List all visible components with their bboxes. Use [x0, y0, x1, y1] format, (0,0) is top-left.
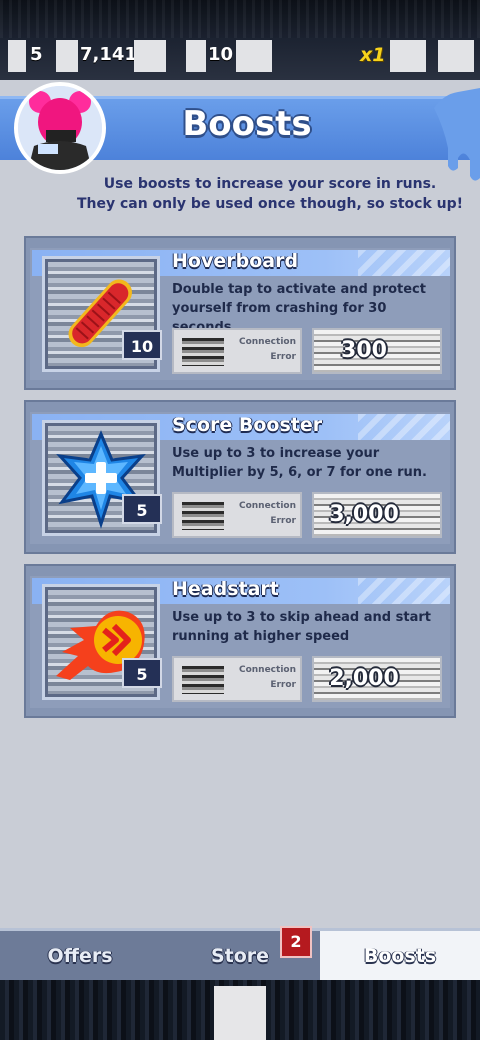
watch-ad-button[interactable]: Connection Error: [172, 328, 302, 374]
error-line-2: Error: [270, 680, 296, 690]
settings-button[interactable]: [438, 40, 474, 72]
video-icon: [182, 666, 224, 694]
boost-title: Hoverboard: [172, 250, 299, 272]
buy-button[interactable]: 3,000: [312, 492, 442, 538]
coin-icon: [56, 40, 78, 72]
subtitle-line-1: Use boosts to increase your score in run…: [103, 176, 437, 192]
price-label: 3,000: [329, 502, 399, 527]
error-line-2: Error: [270, 516, 296, 526]
tokens-count: 10: [208, 44, 234, 65]
multiplier-info-button[interactable]: [390, 40, 426, 72]
price-label: 2,000: [329, 666, 399, 691]
add-tokens-button[interactable]: [236, 40, 272, 72]
owned-count-badge: 5: [122, 494, 162, 524]
error-line-1: Connection: [238, 665, 296, 675]
video-icon: [182, 502, 224, 530]
token-icon: [186, 40, 206, 72]
tab-offers[interactable]: Offers: [0, 931, 160, 983]
boost-card-score-booster: 5 Score Booster Use up to 3 to increase …: [24, 400, 456, 554]
watch-ad-button[interactable]: Connection Error: [172, 492, 302, 538]
page-title: Boosts: [182, 104, 312, 144]
connection-error-label: Connection Error: [228, 663, 296, 693]
add-coins-button[interactable]: [134, 40, 166, 72]
owned-count-badge: 10: [122, 330, 162, 360]
boost-description: Use up to 3 to increase your Multiplier …: [172, 446, 427, 480]
price-label: 300: [341, 338, 387, 363]
keys-count: 5: [30, 44, 43, 65]
bottom-tab-bar: Offers Store Boosts: [0, 928, 480, 983]
subtitle-line-2: They can only be used once though, so st…: [76, 196, 464, 212]
buy-button[interactable]: 300: [312, 328, 442, 374]
error-line-1: Connection: [238, 337, 296, 347]
home-button[interactable]: [214, 986, 266, 1040]
key-icon: [8, 40, 26, 72]
connection-error-label: Connection Error: [228, 335, 296, 365]
boost-title: Score Booster: [172, 414, 323, 436]
video-icon: [182, 338, 224, 366]
watch-ad-button[interactable]: Connection Error: [172, 656, 302, 702]
owned-count-badge: 5: [122, 658, 162, 688]
score-multiplier: x1: [360, 44, 386, 66]
boost-card-hoverboard: 10 Hoverboard Double tap to activate and…: [24, 236, 456, 390]
store-notification-badge: 2: [280, 926, 312, 958]
boost-description: Use up to 3 to skip ahead and start runn…: [172, 610, 431, 644]
error-line-1: Connection: [238, 501, 296, 511]
page-subtitle: Use boosts to increase your score in run…: [60, 174, 480, 214]
coins-count: 7,141: [80, 44, 137, 65]
tab-boosts[interactable]: Boosts: [320, 931, 480, 983]
buy-button[interactable]: 2,000: [312, 656, 442, 702]
boost-card-headstart: 5 Headstart Use up to 3 to skip ahead an…: [24, 564, 456, 718]
boost-title: Headstart: [172, 578, 279, 600]
error-line-2: Error: [270, 352, 296, 362]
connection-error-label: Connection Error: [228, 499, 296, 529]
